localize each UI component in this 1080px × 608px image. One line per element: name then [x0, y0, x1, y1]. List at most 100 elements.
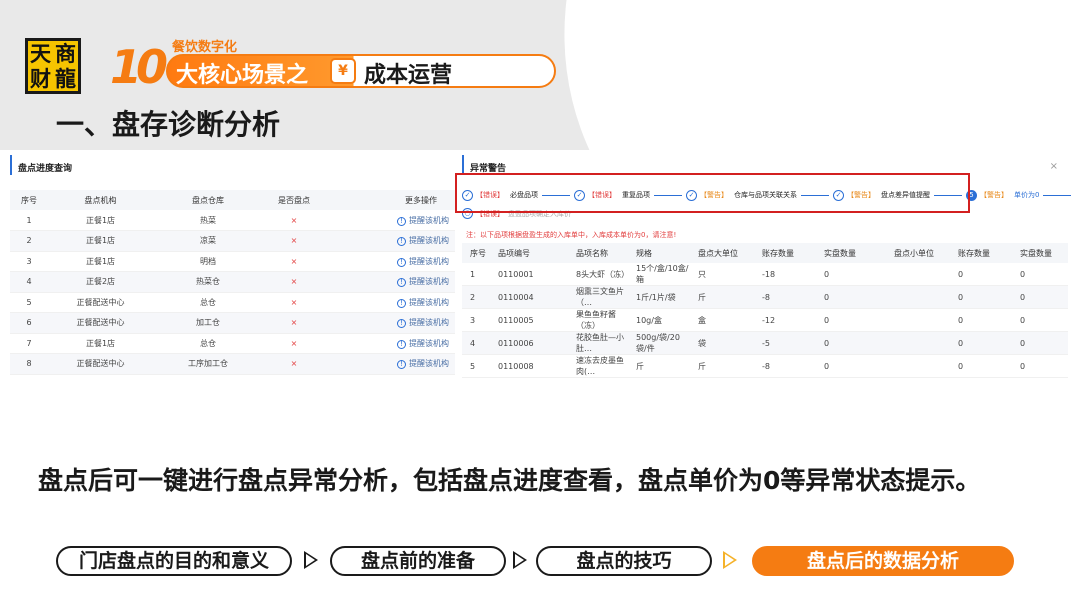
remind-cell: ! 提醒该机构 — [325, 271, 455, 293]
cell-small-unit — [886, 263, 950, 286]
logo-char: 商 — [55, 41, 76, 66]
cell-book-qty-2: 0 — [950, 308, 1012, 332]
info-icon: ! — [397, 319, 406, 329]
cell-no: 5 — [462, 354, 490, 378]
cell-unit: 只 — [690, 263, 754, 286]
cell-no: 6 — [10, 312, 48, 334]
remind-label: 提醒该机构 — [409, 338, 449, 348]
cell-book-qty: -5 — [754, 331, 816, 355]
column-header: 更多操作 — [325, 190, 455, 210]
cell-org: 正餐1店 — [48, 251, 153, 272]
info-icon: ! — [397, 339, 406, 349]
cell-warehouse: 热菜仓 — [153, 271, 263, 293]
cell-unit: 袋 — [690, 331, 754, 355]
remind-label: 提醒该机构 — [409, 256, 449, 266]
cell-book-qty: -18 — [754, 263, 816, 286]
cost-icon: ¥ — [330, 58, 356, 84]
cell-warehouse: 热菜 — [153, 210, 263, 231]
progress-panel-title: 盘点进度查询 — [10, 155, 455, 175]
cell-name: 果鱼鱼籽酱（冻） — [568, 308, 628, 332]
table-row: 1 正餐1店 热菜 ×! 提醒该机构 — [10, 210, 455, 231]
brand-logo: 天 商 财 龍 — [25, 38, 81, 94]
info-icon: ! — [397, 216, 406, 226]
column-header: 规格 — [628, 243, 690, 263]
nav-preparation[interactable]: 盘点前的准备 — [330, 546, 506, 576]
step-tag: 【警告】 — [980, 191, 1008, 199]
banner-left-text: 大核心场景之 — [176, 63, 309, 88]
cell-book-qty-2: 0 — [950, 263, 1012, 286]
cell-actual-qty-2: 0 — [1012, 263, 1068, 286]
remind-cell: ! 提醒该机构 — [325, 353, 455, 375]
progress-table: 序号 盘点机构 盘点仓库 是否盘点 更多操作 1 正餐1店 热菜 ×! 提醒该机构 2 正餐… — [10, 190, 455, 375]
info-icon: ! — [397, 257, 406, 267]
cell-code: 0110005 — [490, 308, 568, 332]
warning-panel-title: 异常警告 — [462, 155, 1068, 175]
logo-char: 龍 — [55, 66, 76, 91]
cell-book-qty: -8 — [754, 285, 816, 309]
not-counted-icon: × — [263, 353, 325, 375]
nav-tips[interactable]: 盘点的技巧 — [536, 546, 712, 576]
cell-name: 8头大虾（冻） — [568, 263, 629, 286]
table-row: 3 正餐1店 明档 ×! 提醒该机构 — [10, 251, 455, 272]
remind-label: 提醒该机构 — [409, 297, 449, 307]
section-title: 一、盘存诊断分析 — [56, 108, 281, 141]
table-row: 5 0110008 速冻去皮墨鱼肉(… 斤斤 -8 0 0 0 — [462, 354, 1068, 378]
logo-char: 财 — [30, 66, 51, 91]
cell-actual-qty-2: 0 — [1012, 354, 1068, 378]
column-header: 序号 — [462, 243, 490, 263]
close-icon[interactable]: × — [1050, 161, 1058, 172]
step-label: 单价为0 — [1014, 191, 1040, 199]
cell-code: 0110001 — [490, 263, 568, 286]
arrow-right-icon — [304, 551, 318, 569]
table-row: 2 0110004 烟熏三文鱼片（… 1斤/1片/袋斤 -8 0 0 0 — [462, 285, 1068, 309]
cell-no: 4 — [462, 331, 490, 355]
column-header: 账存数量 — [950, 243, 1012, 263]
column-header: 盘点仓库 — [153, 190, 263, 210]
remind-org-link[interactable]: ! 提醒该机构 — [397, 338, 449, 349]
table-row: 3 0110005 果鱼鱼籽酱（冻） 10g/盒盒 -12 0 0 0 — [462, 308, 1068, 332]
not-counted-icon: × — [263, 312, 325, 334]
cell-no: 5 — [10, 292, 48, 313]
remind-cell: ! 提醒该机构 — [325, 251, 455, 272]
cell-code: 0110004 — [490, 285, 568, 309]
cell-warehouse: 明档 — [153, 251, 263, 272]
cell-actual-qty: 0 — [816, 308, 886, 332]
cell-no: 8 — [10, 353, 48, 375]
cell-warehouse: 加工仓 — [153, 312, 263, 334]
arrow-right-icon — [723, 551, 737, 569]
description-text: 盘点后可一键进行盘点异常分析，包括盘点进度查看，盘点单价为0等异常状态提示。 — [38, 466, 981, 495]
remind-label: 提醒该机构 — [409, 359, 449, 369]
remind-org-link[interactable]: ! 提醒该机构 — [397, 277, 449, 288]
cell-actual-qty: 0 — [816, 285, 886, 309]
step-connector — [1043, 194, 1072, 196]
remind-label: 提醒该机构 — [409, 215, 449, 225]
cell-no: 4 — [10, 271, 48, 293]
remind-org-link[interactable]: ! 提醒该机构 — [397, 297, 449, 308]
cell-org: 正餐1店 — [48, 230, 153, 252]
step-item[interactable]: 5 【警告】 单价为0 — [966, 189, 1040, 201]
cell-warehouse: 总仓 — [153, 333, 263, 354]
cell-unit: 盒 — [690, 308, 754, 332]
table-row: 1 0110001 8头大虾（冻） 15个/盒/10盒/箱只 -18 0 0 0 — [462, 263, 1068, 286]
table-row: 8 正餐配送中心 工序加工仓 ×! 提醒该机构 — [10, 353, 455, 375]
remind-org-link[interactable]: ! 提醒该机构 — [397, 359, 449, 370]
cell-no: 1 — [10, 210, 48, 231]
column-header: 盘点大单位 — [690, 243, 754, 263]
remind-org-link[interactable]: ! 提醒该机构 — [397, 256, 449, 267]
column-header: 品项名称 — [568, 243, 628, 263]
nav-data-analysis[interactable]: 盘点后的数据分析 — [752, 546, 1014, 576]
cell-warehouse: 总仓 — [153, 292, 263, 313]
column-header: 账存数量 — [754, 243, 816, 263]
remind-org-link[interactable]: ! 提醒该机构 — [397, 236, 449, 247]
info-icon: ! — [397, 278, 406, 288]
column-header: 序号 — [10, 190, 48, 210]
nav-purpose[interactable]: 门店盘点的目的和意义 — [56, 546, 292, 576]
cell-spec: 1斤/1片/袋 — [628, 285, 690, 309]
cell-spec: 斤 — [628, 354, 690, 378]
cell-no: 7 — [10, 333, 48, 354]
remind-org-link[interactable]: ! 提醒该机构 — [397, 215, 449, 226]
cell-code: 0110006 — [490, 331, 568, 355]
remind-cell: ! 提醒该机构 — [325, 210, 455, 231]
remind-org-link[interactable]: ! 提醒该机构 — [397, 318, 449, 329]
table-row: 4 0110006 花胶鱼肚—小肚… 500g/袋/20袋/件袋 -5 0 0 0 — [462, 331, 1068, 355]
